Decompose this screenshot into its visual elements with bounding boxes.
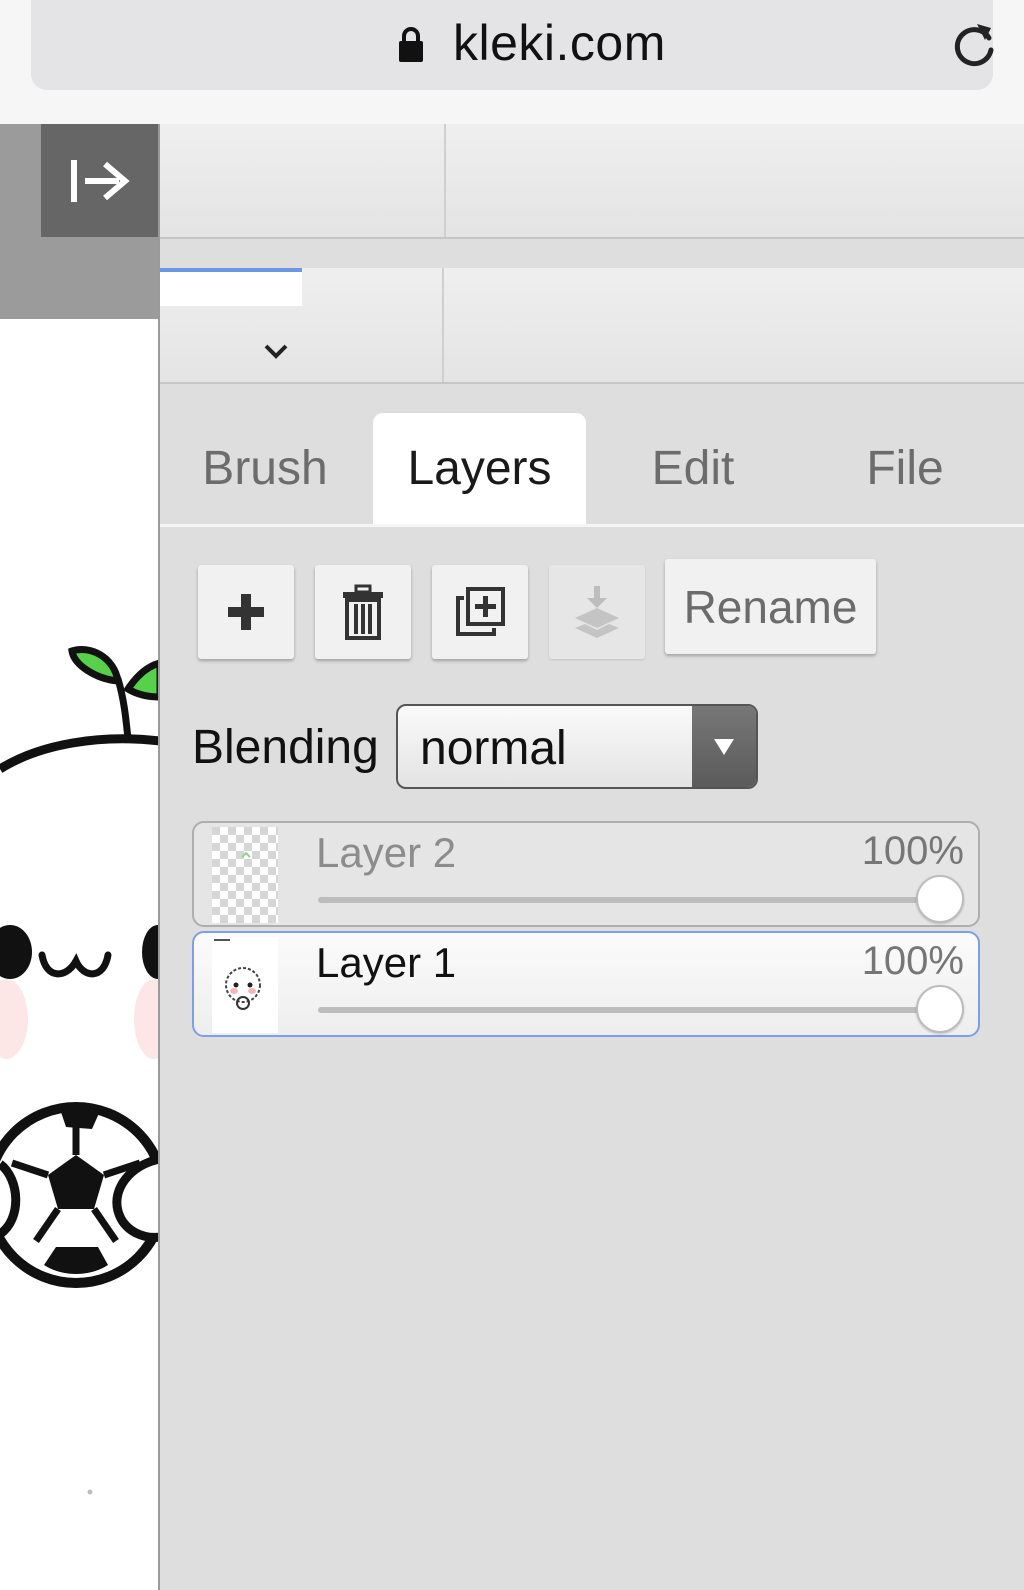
collapse-panel-icon [70, 159, 130, 202]
duplicate-layer-button[interactable] [432, 565, 528, 659]
canvas-drawing [0, 319, 158, 1590]
opacity-slider-track[interactable] [318, 1007, 940, 1013]
trash-icon [343, 584, 383, 640]
collapse-panel-button[interactable] [41, 124, 158, 237]
canvas-area[interactable] [0, 124, 158, 1590]
merge-down-button[interactable] [549, 565, 645, 659]
app-root: kleki.com Brush Layers Edit File Rename … [0, 0, 1024, 1590]
rename-layer-button[interactable]: Rename [665, 559, 876, 654]
opacity-slider-thumb[interactable] [916, 985, 964, 1033]
opacity-slider-thumb[interactable] [916, 875, 964, 923]
add-layer-button[interactable] [198, 565, 294, 659]
merge-down-icon [575, 586, 619, 638]
blending-value: normal [420, 722, 567, 775]
tool-row-color [160, 268, 1024, 384]
tab-layers[interactable]: Layers [373, 413, 586, 524]
duplicate-icon [456, 587, 505, 636]
layer-thumbnail[interactable] [212, 937, 278, 1033]
delete-layer-button[interactable] [315, 565, 411, 659]
tool-row-divider [442, 268, 444, 382]
caret-down-icon [714, 738, 734, 755]
blending-label: Blending [192, 721, 379, 774]
chevron-down-icon[interactable] [262, 342, 290, 362]
tab-file[interactable]: File [820, 413, 990, 524]
opacity-slider-track[interactable] [318, 897, 940, 903]
layer-name: Layer 1 [316, 939, 457, 986]
tool-row-divider [444, 124, 446, 237]
lock-icon [399, 27, 423, 62]
blending-select[interactable]: normal [396, 704, 758, 789]
reload-icon[interactable] [951, 18, 999, 70]
color-swatch[interactable] [160, 268, 302, 306]
layer-thumbnail[interactable] [212, 827, 278, 923]
tab-edit[interactable]: Edit [608, 413, 778, 524]
layer-row[interactable]: Layer 1 100% [192, 931, 980, 1037]
browser-bar: kleki.com [0, 0, 1024, 124]
tab-brush[interactable]: Brush [180, 413, 350, 524]
url-text: kleki.com [453, 15, 666, 71]
layer-opacity-value: 100% [861, 939, 964, 983]
layer-name: Layer 2 [316, 829, 457, 876]
url-field[interactable]: kleki.com [31, 0, 994, 90]
tool-row-top [160, 124, 1024, 239]
layer-opacity-value: 100% [861, 829, 964, 873]
dropdown-arrow[interactable] [692, 706, 756, 787]
tab-bar: Brush Layers Edit File [160, 413, 1024, 527]
plus-icon [228, 594, 264, 630]
side-panel: Brush Layers Edit File Rename Blending n… [158, 124, 1024, 1590]
layer-row[interactable]: Layer 2 100% [192, 821, 980, 927]
